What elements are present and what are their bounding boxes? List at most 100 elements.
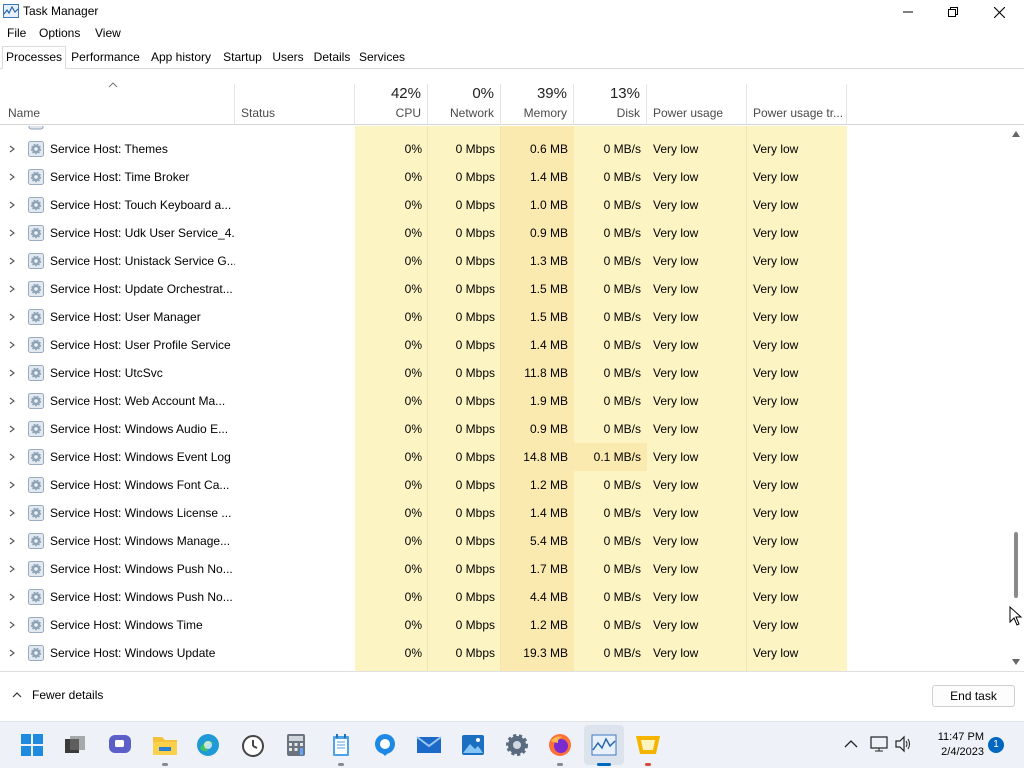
tab-app-history[interactable]: App history bbox=[147, 45, 215, 69]
tab-users[interactable]: Users bbox=[270, 45, 306, 69]
task-manager-button[interactable] bbox=[591, 732, 617, 758]
process-row[interactable]: Service Host: Windows Font Ca... 0% 0 Mbps… bbox=[0, 471, 1008, 499]
chevron-right-icon[interactable] bbox=[9, 201, 15, 209]
power-trend-value: Very low bbox=[753, 310, 799, 324]
process-row[interactable]: Service Host: Update Orchestrat... 0% 0 Mb… bbox=[0, 275, 1008, 303]
process-row[interactable]: Service Host: User Profile Service 0% 0 Mb… bbox=[0, 331, 1008, 359]
notepad-button[interactable] bbox=[328, 732, 354, 758]
clock-app-icon bbox=[242, 735, 264, 757]
start-icon bbox=[21, 734, 43, 756]
header-status[interactable]: Status bbox=[235, 84, 355, 125]
chevron-right-icon[interactable] bbox=[9, 145, 15, 153]
chevron-right-icon[interactable] bbox=[9, 453, 15, 461]
process-row[interactable]: Service Host: Windows Event Log 0% 0 Mbps 1… bbox=[0, 443, 1008, 471]
power-trend-value: Very low bbox=[753, 254, 799, 268]
header-network[interactable]: 0% Network bbox=[428, 84, 501, 125]
network-icon[interactable] bbox=[870, 735, 888, 753]
chevron-right-icon[interactable] bbox=[9, 593, 15, 601]
chevron-right-icon[interactable] bbox=[9, 565, 15, 573]
process-name: Service Host: User Manager bbox=[50, 310, 201, 324]
process-row[interactable]: Service Host: Touch Keyboard a... 0% 0 Mbp… bbox=[0, 191, 1008, 219]
chevron-right-icon[interactable] bbox=[9, 341, 15, 349]
firefox-running-dot bbox=[557, 763, 563, 766]
process-row[interactable]: Service Host: Themes 0% 0 Mbps 0.6 MB 0 MB/s… bbox=[0, 135, 1008, 163]
task-view-button[interactable] bbox=[62, 732, 88, 758]
scroll-up-icon[interactable] bbox=[1011, 130, 1021, 138]
chevron-up-icon[interactable] bbox=[844, 739, 858, 748]
clock-app-button[interactable] bbox=[240, 732, 266, 758]
header-power-trend[interactable]: Power usage tr... bbox=[747, 84, 847, 125]
process-name: Service Host: Windows Push No... bbox=[50, 562, 233, 576]
chevron-right-icon[interactable] bbox=[9, 509, 15, 517]
file-explorer-button[interactable] bbox=[152, 732, 178, 758]
close-button[interactable] bbox=[976, 0, 1022, 24]
header-cpu[interactable]: 42% CPU bbox=[355, 84, 428, 125]
minimize-button[interactable] bbox=[885, 0, 931, 24]
photos-button[interactable] bbox=[460, 732, 486, 758]
process-row[interactable]: Service Host: Unistack Service G... 0% 0 M… bbox=[0, 247, 1008, 275]
task-manager-icon bbox=[3, 4, 19, 18]
firefox-button[interactable] bbox=[547, 732, 573, 758]
header-power-usage[interactable]: Power usage bbox=[647, 84, 747, 125]
chevron-right-icon[interactable] bbox=[9, 481, 15, 489]
chevron-right-icon[interactable] bbox=[9, 397, 15, 405]
chevron-right-icon[interactable] bbox=[9, 621, 15, 629]
chevron-right-icon[interactable] bbox=[9, 369, 15, 377]
process-row[interactable]: Service Host: Udk User Service_4... 0% 0 M… bbox=[0, 219, 1008, 247]
process-row[interactable]: Service Host: Windows Time 0% 0 Mbps 1.2 MB… bbox=[0, 611, 1008, 639]
chevron-right-icon[interactable] bbox=[9, 425, 15, 433]
notification-badge[interactable]: 1 bbox=[988, 737, 1004, 753]
chevron-right-icon[interactable] bbox=[9, 313, 15, 321]
tab-startup[interactable]: Startup bbox=[220, 45, 265, 69]
cpu-value: 0% bbox=[404, 226, 422, 240]
edge-button[interactable] bbox=[195, 732, 221, 758]
tab-details[interactable]: Details bbox=[310, 45, 354, 69]
mail-button[interactable] bbox=[416, 732, 442, 758]
header-memory[interactable]: 39% Memory bbox=[501, 84, 574, 125]
menu-view[interactable]: View bbox=[95, 26, 121, 40]
calculator-button[interactable] bbox=[283, 732, 309, 758]
tab-performance[interactable]: Performance bbox=[67, 45, 144, 69]
chat-button[interactable] bbox=[107, 732, 133, 758]
menu-file[interactable]: File bbox=[7, 26, 26, 40]
sticky-app-button[interactable] bbox=[635, 732, 661, 758]
volume-icon[interactable] bbox=[894, 735, 912, 753]
scrollbar-thumb[interactable] bbox=[1014, 532, 1018, 598]
process-row[interactable]: Service Host: Windows Push No... 0% 0 Mbps… bbox=[0, 555, 1008, 583]
process-row[interactable]: Service Host: Windows Audio E... 0% 0 Mbps… bbox=[0, 415, 1008, 443]
process-row[interactable]: Service Host: Time Broker 0% 0 Mbps 1.4 MB 0… bbox=[0, 163, 1008, 191]
tab-processes[interactable]: Processes bbox=[2, 46, 66, 69]
menu-options[interactable]: Options bbox=[39, 26, 80, 40]
mouse-cursor-icon bbox=[1009, 606, 1023, 626]
close-icon bbox=[993, 6, 1005, 18]
scroll-down-icon[interactable] bbox=[1011, 658, 1021, 666]
header-name[interactable]: Name bbox=[0, 84, 235, 125]
process-row[interactable]: Service Host: Web Account Ma... 0% 0 Mbps 1… bbox=[0, 387, 1008, 415]
file-explorer-running-dot bbox=[162, 763, 168, 766]
chevron-right-icon[interactable] bbox=[9, 229, 15, 237]
get-help-button[interactable] bbox=[372, 732, 398, 758]
chevron-right-icon[interactable] bbox=[9, 285, 15, 293]
start-button[interactable] bbox=[19, 732, 45, 758]
process-row[interactable]: Service Host: Windows License ... 0% 0 Mbp… bbox=[0, 499, 1008, 527]
process-row[interactable]: Service Host: Windows Push No... 0% 0 Mbps… bbox=[0, 583, 1008, 611]
process-row[interactable]: Service Host: User Manager 0% 0 Mbps 1.5 MB… bbox=[0, 303, 1008, 331]
process-name: Service Host: Windows Update bbox=[50, 646, 216, 660]
process-row[interactable]: Service Host: Windows Manage... 0% 0 Mbps 5… bbox=[0, 527, 1008, 555]
process-row[interactable]: Service Host: UtcSvc 0% 0 Mbps 11.8 MB 0 MB/… bbox=[0, 359, 1008, 387]
restore-button[interactable] bbox=[930, 0, 976, 24]
header-disk[interactable]: 13% Disk bbox=[574, 84, 647, 125]
settings-button[interactable] bbox=[504, 732, 530, 758]
chevron-right-icon[interactable] bbox=[9, 649, 15, 657]
chevron-right-icon[interactable] bbox=[9, 173, 15, 181]
chevron-right-icon[interactable] bbox=[9, 257, 15, 265]
tab-services[interactable]: Services bbox=[357, 45, 407, 69]
memory-value: 1.7 MB bbox=[529, 562, 568, 576]
end-task-button[interactable]: End task bbox=[932, 685, 1015, 707]
process-name: Service Host: Update Orchestrat... bbox=[50, 282, 233, 296]
calculator-icon bbox=[287, 734, 305, 756]
chevron-right-icon[interactable] bbox=[9, 537, 15, 545]
system-clock[interactable]: 11:47 PM 2/4/2023 bbox=[924, 730, 984, 760]
fewer-details-button[interactable]: Fewer details bbox=[12, 688, 103, 702]
process-row[interactable]: Service Host: Windows Update 0% 0 Mbps 19.3… bbox=[0, 639, 1008, 667]
